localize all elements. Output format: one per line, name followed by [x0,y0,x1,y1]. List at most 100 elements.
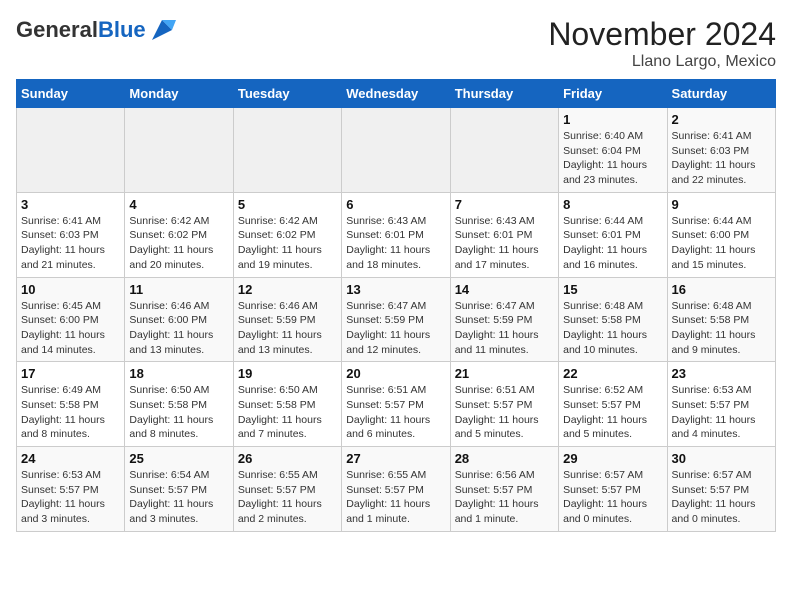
day-number: 13 [346,282,445,297]
day-info: Sunrise: 6:44 AM Sunset: 6:01 PM Dayligh… [563,214,662,273]
day-info: Sunrise: 6:53 AM Sunset: 5:57 PM Dayligh… [672,383,771,442]
calendar-cell [342,108,450,193]
weekday-header: Friday [559,80,667,108]
calendar-cell [450,108,558,193]
weekday-header: Monday [125,80,233,108]
calendar-cell: 29 Sunrise: 6:57 AM Sunset: 5:57 PM Dayli… [559,447,667,532]
calendar-cell: 9Sunrise: 6:44 AM Sunset: 6:00 PM Daylig… [667,192,775,277]
calendar-cell: 15 Sunrise: 6:48 AM Sunset: 5:58 PM Dayli… [559,277,667,362]
day-number: 25 [129,451,228,466]
calendar-cell: 17 Sunrise: 6:49 AM Sunset: 5:58 PM Dayli… [17,362,125,447]
calendar-cell: 8Sunrise: 6:44 AM Sunset: 6:01 PM Daylig… [559,192,667,277]
calendar-cell: 20Sunrise: 6:51 AM Sunset: 5:57 PM Dayli… [342,362,450,447]
day-number: 23 [672,366,771,381]
day-number: 15 [563,282,662,297]
logo-icon [148,16,176,44]
day-info: Sunrise: 6:40 AM Sunset: 6:04 PM Dayligh… [563,129,662,188]
calendar-cell: 27Sunrise: 6:55 AM Sunset: 5:57 PM Dayli… [342,447,450,532]
calendar-cell: 4 Sunrise: 6:42 AM Sunset: 6:02 PM Daylig… [125,192,233,277]
day-info: Sunrise: 6:53 AM Sunset: 5:57 PM Dayligh… [21,468,120,527]
day-info: Sunrise: 6:43 AM Sunset: 6:01 PM Dayligh… [346,214,445,273]
calendar-cell: 7 Sunrise: 6:43 AM Sunset: 6:01 PM Daylig… [450,192,558,277]
day-info: Sunrise: 6:43 AM Sunset: 6:01 PM Dayligh… [455,214,554,273]
calendar-cell: 16 Sunrise: 6:48 AM Sunset: 5:58 PM Dayli… [667,277,775,362]
day-number: 5 [238,197,337,212]
day-number: 28 [455,451,554,466]
day-number: 10 [21,282,120,297]
day-info: Sunrise: 6:55 AM Sunset: 5:57 PM Dayligh… [238,468,337,527]
calendar-cell: 30 Sunrise: 6:57 AM Sunset: 5:57 PM Dayli… [667,447,775,532]
calendar-week-row: 10 Sunrise: 6:45 AM Sunset: 6:00 PM Dayli… [17,277,776,362]
day-info: Sunrise: 6:54 AM Sunset: 5:57 PM Dayligh… [129,468,228,527]
day-info: Sunrise: 6:50 AM Sunset: 5:58 PM Dayligh… [129,383,228,442]
calendar-cell: 25 Sunrise: 6:54 AM Sunset: 5:57 PM Dayli… [125,447,233,532]
day-info: Sunrise: 6:47 AM Sunset: 5:59 PM Dayligh… [346,299,445,358]
day-number: 24 [21,451,120,466]
day-info: Sunrise: 6:49 AM Sunset: 5:58 PM Dayligh… [21,383,120,442]
day-info: Sunrise: 6:41 AM Sunset: 6:03 PM Dayligh… [672,129,771,188]
day-number: 29 [563,451,662,466]
day-number: 9 [672,197,771,212]
calendar-cell [233,108,341,193]
day-info: Sunrise: 6:52 AM Sunset: 5:57 PM Dayligh… [563,383,662,442]
day-number: 16 [672,282,771,297]
month-title: November 2024 [548,16,776,53]
day-number: 12 [238,282,337,297]
day-info: Sunrise: 6:42 AM Sunset: 6:02 PM Dayligh… [129,214,228,273]
calendar-cell: 1 Sunrise: 6:40 AM Sunset: 6:04 PM Daylig… [559,108,667,193]
calendar-cell: 18 Sunrise: 6:50 AM Sunset: 5:58 PM Dayli… [125,362,233,447]
day-number: 26 [238,451,337,466]
logo: GeneralBlue [16,16,176,44]
day-number: 4 [129,197,228,212]
day-info: Sunrise: 6:57 AM Sunset: 5:57 PM Dayligh… [563,468,662,527]
day-number: 7 [455,197,554,212]
page-header: GeneralBlue November 2024 Llano Largo, M… [16,16,776,71]
calendar-week-row: 17 Sunrise: 6:49 AM Sunset: 5:58 PM Dayli… [17,362,776,447]
calendar-cell [17,108,125,193]
weekday-header: Tuesday [233,80,341,108]
calendar-week-row: 3 Sunrise: 6:41 AM Sunset: 6:03 PM Daylig… [17,192,776,277]
day-info: Sunrise: 6:41 AM Sunset: 6:03 PM Dayligh… [21,214,120,273]
calendar-cell: 14Sunrise: 6:47 AM Sunset: 5:59 PM Dayli… [450,277,558,362]
day-number: 20 [346,366,445,381]
day-number: 2 [672,112,771,127]
day-info: Sunrise: 6:45 AM Sunset: 6:00 PM Dayligh… [21,299,120,358]
day-number: 11 [129,282,228,297]
day-info: Sunrise: 6:48 AM Sunset: 5:58 PM Dayligh… [672,299,771,358]
calendar-cell: 10 Sunrise: 6:45 AM Sunset: 6:00 PM Dayli… [17,277,125,362]
calendar-cell: 6 Sunrise: 6:43 AM Sunset: 6:01 PM Daylig… [342,192,450,277]
calendar-cell: 24 Sunrise: 6:53 AM Sunset: 5:57 PM Dayli… [17,447,125,532]
day-number: 22 [563,366,662,381]
day-info: Sunrise: 6:56 AM Sunset: 5:57 PM Dayligh… [455,468,554,527]
day-info: Sunrise: 6:46 AM Sunset: 6:00 PM Dayligh… [129,299,228,358]
day-info: Sunrise: 6:50 AM Sunset: 5:58 PM Dayligh… [238,383,337,442]
day-info: Sunrise: 6:48 AM Sunset: 5:58 PM Dayligh… [563,299,662,358]
location-title: Llano Largo, Mexico [548,53,776,71]
day-info: Sunrise: 6:57 AM Sunset: 5:57 PM Dayligh… [672,468,771,527]
title-block: November 2024 Llano Largo, Mexico [548,16,776,71]
calendar-cell: 12Sunrise: 6:46 AM Sunset: 5:59 PM Dayli… [233,277,341,362]
weekday-header-row: SundayMondayTuesdayWednesdayThursdayFrid… [17,80,776,108]
weekday-header: Wednesday [342,80,450,108]
calendar-week-row: 1 Sunrise: 6:40 AM Sunset: 6:04 PM Daylig… [17,108,776,193]
day-number: 21 [455,366,554,381]
day-number: 1 [563,112,662,127]
day-number: 30 [672,451,771,466]
calendar-cell: 13 Sunrise: 6:47 AM Sunset: 5:59 PM Dayli… [342,277,450,362]
calendar-cell: 26 Sunrise: 6:55 AM Sunset: 5:57 PM Dayli… [233,447,341,532]
day-number: 19 [238,366,337,381]
calendar-cell: 3 Sunrise: 6:41 AM Sunset: 6:03 PM Daylig… [17,192,125,277]
calendar-cell: 5Sunrise: 6:42 AM Sunset: 6:02 PM Daylig… [233,192,341,277]
logo-blue-text: Blue [98,17,146,42]
day-number: 17 [21,366,120,381]
day-number: 18 [129,366,228,381]
weekday-header: Thursday [450,80,558,108]
day-number: 14 [455,282,554,297]
calendar-cell: 2 Sunrise: 6:41 AM Sunset: 6:03 PM Daylig… [667,108,775,193]
day-number: 6 [346,197,445,212]
calendar-cell: 11 Sunrise: 6:46 AM Sunset: 6:00 PM Dayli… [125,277,233,362]
day-number: 3 [21,197,120,212]
calendar-cell: 21Sunrise: 6:51 AM Sunset: 5:57 PM Dayli… [450,362,558,447]
calendar-cell [125,108,233,193]
weekday-header: Sunday [17,80,125,108]
